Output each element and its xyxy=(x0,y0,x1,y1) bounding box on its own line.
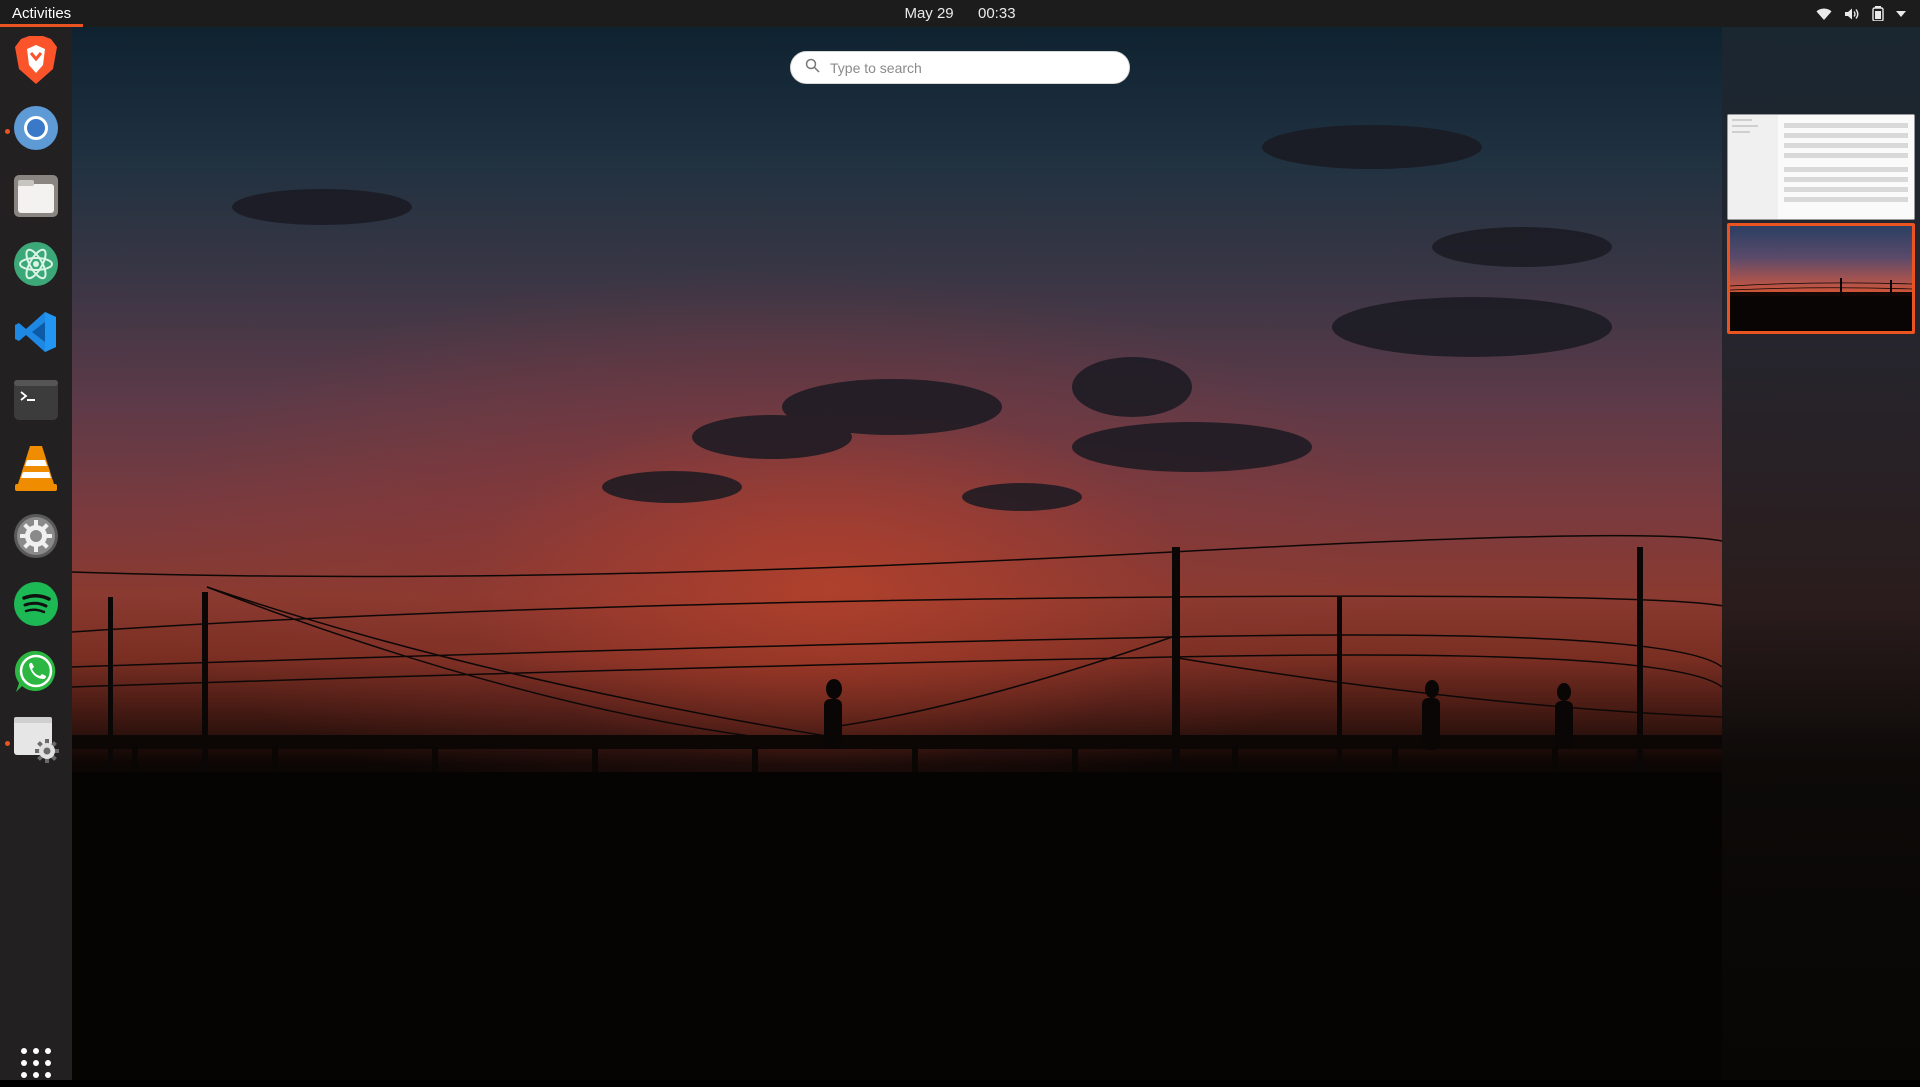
clock: May 29 00:33 xyxy=(0,0,1920,27)
system-menu-arrow-icon xyxy=(1896,10,1906,18)
running-indicator xyxy=(5,129,10,134)
vlc-icon xyxy=(14,444,58,497)
clock-button[interactable]: May 29 00:33 xyxy=(888,5,1031,22)
running-indicator xyxy=(5,741,10,746)
atom-icon xyxy=(13,241,59,292)
dock-item-whatsapp[interactable] xyxy=(8,646,64,702)
files-icon xyxy=(14,174,58,222)
top-bar: Activities May 29 00:33 xyxy=(0,0,1920,27)
dock-item-atom[interactable] xyxy=(8,238,64,294)
dock-item-brave[interactable] xyxy=(8,34,64,90)
dock-item-software-settings[interactable] xyxy=(5,714,64,770)
spotify-icon xyxy=(13,581,59,632)
activities-button[interactable]: Activities xyxy=(0,0,84,27)
dock-item-spotify[interactable] xyxy=(8,578,64,634)
workspace-thumbnail-1[interactable] xyxy=(1727,114,1915,220)
brave-icon xyxy=(13,35,59,90)
whatsapp-icon xyxy=(12,648,60,701)
dock-item-chromium[interactable] xyxy=(5,102,64,158)
dock-item-settings[interactable] xyxy=(8,510,64,566)
window-preview xyxy=(1728,115,1914,219)
search-input[interactable] xyxy=(828,58,1108,77)
dock-item-vscode[interactable] xyxy=(8,306,64,362)
software-properties-icon xyxy=(12,716,60,768)
wifi-icon xyxy=(1816,7,1832,21)
terminal-icon xyxy=(14,379,58,425)
dock xyxy=(0,27,72,1080)
system-tray[interactable] xyxy=(1816,0,1906,27)
search-icon xyxy=(805,58,820,78)
vscode-icon xyxy=(14,310,58,359)
search-bar[interactable] xyxy=(790,51,1130,84)
show-applications-icon xyxy=(20,1047,52,1084)
workspace-preview[interactable] xyxy=(72,27,1722,1080)
clock-date: May 29 xyxy=(904,5,954,22)
volume-icon xyxy=(1844,7,1860,21)
show-applications-button[interactable] xyxy=(14,1043,58,1087)
wallpaper-preview xyxy=(1730,278,1912,331)
battery-icon xyxy=(1872,6,1884,21)
workspace-thumbnail-2-active[interactable] xyxy=(1727,223,1915,334)
dock-item-files[interactable] xyxy=(8,170,64,226)
dock-item-vlc[interactable] xyxy=(8,442,64,498)
clock-time: 00:33 xyxy=(978,5,1016,22)
dock-item-terminal[interactable] xyxy=(8,374,64,430)
chromium-icon xyxy=(13,105,59,156)
settings-icon xyxy=(13,513,59,564)
wallpaper-silhouette xyxy=(72,125,1722,1080)
